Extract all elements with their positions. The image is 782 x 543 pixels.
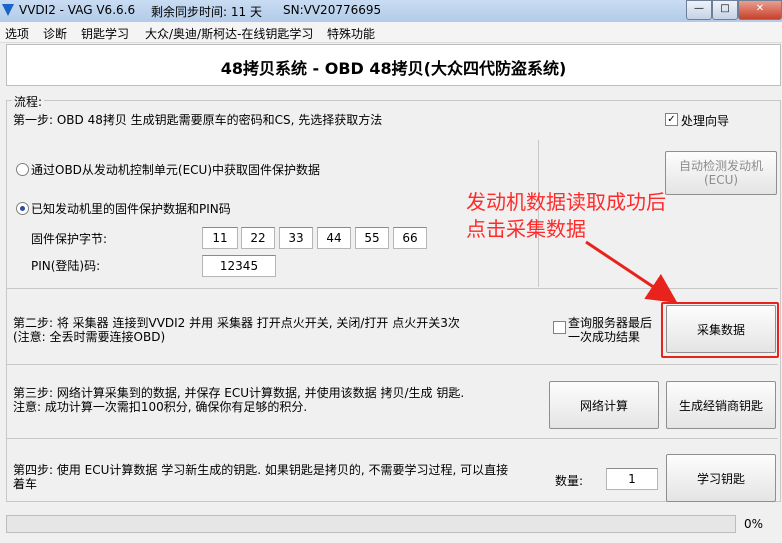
page-header: 48拷贝系统 - OBD 48拷贝(大众四代防盗系统) [6, 44, 781, 86]
auto-detect-ecu-button[interactable]: 自动检测发动机 (ECU) [665, 151, 777, 195]
query-server-checkbox[interactable] [553, 321, 566, 334]
step1-text: 第一步: OBD 48拷贝 生成钥匙需要原车的密码和CS, 先选择获取方法 [13, 113, 383, 127]
menu-bar: 选项 诊断 钥匙学习 大众/奥迪/斯柯达-在线钥匙学习 特殊功能 [0, 22, 782, 43]
radio-obd-ecu[interactable] [16, 163, 29, 176]
firmware-byte-1[interactable]: 11 [202, 227, 238, 249]
learn-key-button[interactable]: 学习钥匙 [666, 454, 776, 502]
guide-checkbox-label: 处理向导 [681, 114, 730, 128]
menu-online-key-learning[interactable]: 大众/奥迪/斯柯达-在线钥匙学习 [145, 25, 313, 42]
firmware-byte-6[interactable]: 66 [393, 227, 427, 249]
menu-diagnostics[interactable]: 诊断 [43, 25, 67, 42]
firmware-byte-5[interactable]: 55 [355, 227, 389, 249]
guide-checkbox[interactable]: ✓ [665, 113, 678, 126]
firmware-byte-4[interactable]: 44 [317, 227, 351, 249]
page-title: 48拷贝系统 - OBD 48拷贝(大众四代防盗系统) [220, 59, 567, 78]
firmware-byte-3[interactable]: 33 [279, 227, 313, 249]
step-divider [7, 438, 778, 439]
app-icon [2, 4, 14, 16]
firmware-byte-2[interactable]: 22 [241, 227, 275, 249]
progress-percent: 0% [744, 517, 764, 531]
menu-special-functions[interactable]: 特殊功能 [327, 25, 375, 42]
step2-note: (注意: 全丢时需要连接OBD) [13, 330, 166, 344]
step4-text: 第四步: 使用 ECU计算数据 学习新生成的钥匙. 如果钥匙是拷贝的, 不需要学… [13, 463, 509, 477]
query-server-label-line2: 一次成功结果 [568, 330, 641, 344]
step3-note: 注意: 成功计算一次需扣100积分, 确保你有足够的积分. [13, 400, 308, 414]
generate-dealer-key-button[interactable]: 生成经销商钥匙 [666, 381, 776, 429]
collect-button-highlight [661, 302, 779, 358]
app-title: VVDI2 - VAG V6.6.6 [19, 3, 136, 17]
auto-detect-line2: (ECU) [703, 173, 739, 187]
step4-text-cont: 着车 [13, 477, 38, 491]
close-button[interactable]: ✕ [738, 0, 782, 20]
annotation-arrow [585, 240, 678, 303]
progress-bar [6, 515, 736, 533]
check-icon: ✓ [667, 114, 676, 125]
pin-input[interactable]: 12345 [202, 255, 276, 277]
menu-key-learning[interactable]: 钥匙学习 [81, 25, 129, 42]
network-calc-button[interactable]: 网络计算 [549, 381, 659, 429]
maximize-button[interactable]: □ [712, 0, 738, 20]
pin-label: PIN(登陆)码: [31, 259, 101, 273]
menu-options[interactable]: 选项 [5, 25, 29, 42]
radio-obd-ecu-label: 通过OBD从发动机控制单元(ECU)中获取固件保护数据 [31, 163, 321, 177]
annotation-line1: 发动机数据读取成功后 [466, 190, 666, 214]
radio-known-data[interactable] [16, 202, 29, 215]
close-icon: ✕ [755, 3, 765, 14]
quantity-input[interactable]: 1 [606, 468, 658, 490]
auto-detect-line1: 自动检测发动机 [678, 159, 763, 173]
title-bar: VVDI2 - VAG V6.6.6 剩余同步时间: 11 天 SN:VV207… [0, 0, 782, 22]
quantity-label: 数量: [555, 474, 584, 488]
step-divider [7, 364, 778, 365]
process-group-label: 流程: [12, 93, 45, 110]
minimize-button[interactable]: — [686, 0, 712, 20]
radio-known-data-label: 已知发动机里的固件保护数据和PIN码 [31, 202, 231, 216]
serial-number: SN:VV20776695 [283, 3, 382, 17]
firmware-bytes-label: 固件保护字节: [31, 232, 108, 246]
sync-time-label: 剩余同步时间: 11 天 [151, 5, 262, 19]
